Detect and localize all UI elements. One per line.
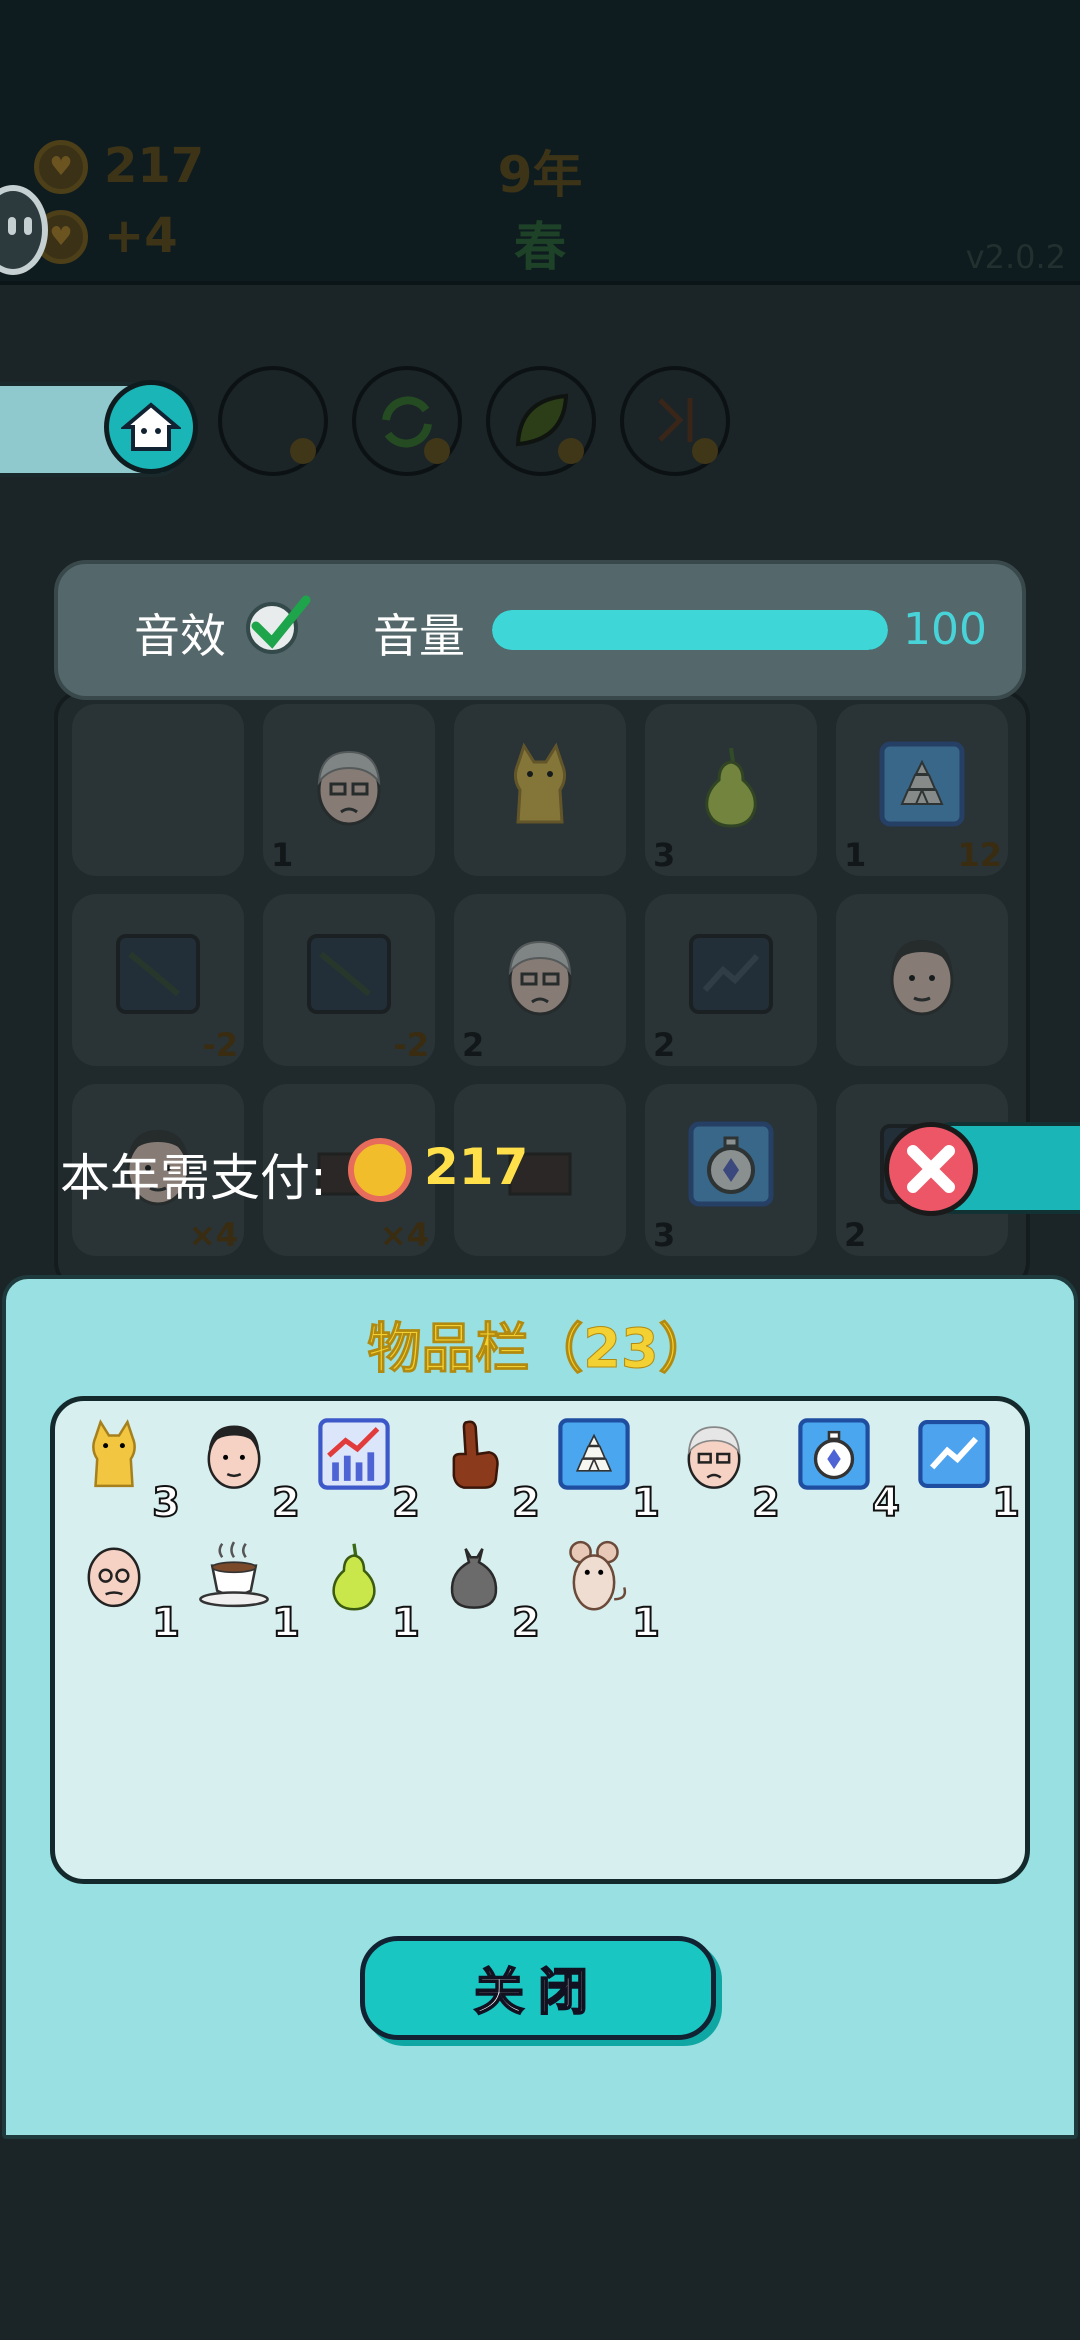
close-button-label: 关闭	[473, 1962, 602, 2022]
bald-man-icon	[72, 1532, 156, 1620]
board-cell-count: 2	[462, 1026, 485, 1064]
board-cell-modifier: 12	[957, 836, 1002, 874]
item-count: 2	[511, 1599, 541, 1647]
old-man-icon	[672, 1412, 756, 1500]
top-hud: ♥ 217 ♥ +4 9年 春 v2.0.2	[0, 0, 1080, 285]
item-count: 4	[871, 1479, 901, 1527]
sfx-label: 音效	[134, 609, 226, 663]
chart-line-icon	[912, 1412, 996, 1500]
volume-slider[interactable]	[492, 610, 888, 650]
board-cell[interactable]	[836, 894, 1008, 1066]
volume-label: 音量	[373, 609, 465, 663]
season-label: 春	[513, 218, 566, 278]
chart-down-icon	[108, 924, 208, 1028]
board-cell[interactable]	[454, 704, 626, 876]
leaf-icon[interactable]	[486, 366, 596, 476]
inventory-item[interactable]: 2	[420, 1404, 541, 1527]
item-count: 1	[271, 1599, 301, 1647]
board-cell-modifier: ×4	[379, 1216, 429, 1254]
inventory-item[interactable]: 2	[420, 1524, 541, 1647]
year-label: 9年	[497, 146, 583, 204]
item-count: 2	[751, 1479, 781, 1527]
old-man-icon	[490, 924, 590, 1028]
timer-icon	[681, 1114, 781, 1218]
chart-rising-icon	[312, 1412, 396, 1500]
close-button[interactable]: 关闭	[360, 1936, 716, 2040]
mouse-icon	[552, 1532, 636, 1620]
inventory-item[interactable]: 1	[180, 1524, 301, 1647]
pear-icon	[681, 734, 781, 838]
inventory-item[interactable]: 1	[540, 1404, 661, 1527]
sfx-checkbox[interactable]	[246, 595, 311, 654]
home-icon[interactable]	[104, 380, 198, 474]
cat-icon	[72, 1412, 156, 1500]
gold-bars-icon	[552, 1412, 636, 1500]
board-cell-count: 2	[653, 1026, 676, 1064]
version-label: v2.0.2	[965, 238, 1066, 276]
board-cell-count: 2	[844, 1216, 867, 1254]
gold-bars-icon	[872, 734, 972, 838]
coin-icon: ♥	[34, 140, 88, 194]
cat-icon	[490, 734, 590, 838]
item-count: 1	[991, 1479, 1021, 1527]
board-cell[interactable]: 2	[454, 894, 626, 1066]
board-cell[interactable]: 1 12	[836, 704, 1008, 876]
chart-down-icon	[299, 924, 399, 1028]
inventory-title: 物品栏（23）	[367, 1317, 713, 1381]
board-cell[interactable]: 2	[645, 894, 817, 1066]
inventory-item[interactable]: 1	[540, 1524, 661, 1647]
timer-icon	[792, 1412, 876, 1500]
man-face-icon	[192, 1412, 276, 1500]
inventory-item[interactable]: 1	[300, 1524, 421, 1647]
coffee-cup-icon	[192, 1532, 276, 1620]
board-cell-count: 3	[653, 1216, 676, 1254]
skip-icon[interactable]	[620, 366, 730, 476]
refresh-icon[interactable]	[352, 366, 462, 476]
coin-count: 217	[104, 138, 205, 194]
board-cell-modifier: ×4	[188, 1216, 238, 1254]
blocks-icon[interactable]	[218, 366, 328, 476]
garbage-bag-icon	[432, 1532, 516, 1620]
item-count: 1	[151, 1599, 181, 1647]
inventory-item[interactable]: 4	[780, 1404, 901, 1527]
item-count: 2	[391, 1479, 421, 1527]
item-count: 2	[511, 1479, 541, 1527]
item-count: 3	[151, 1479, 181, 1527]
old-man-icon	[299, 734, 399, 838]
board-cell-count: 3	[653, 836, 676, 874]
item-count: 1	[391, 1599, 421, 1647]
close-x-icon[interactable]	[884, 1122, 978, 1216]
inventory-item[interactable]: 2	[180, 1404, 301, 1527]
board-cell-modifier: -2	[393, 1026, 429, 1064]
board-cell[interactable]	[72, 704, 244, 876]
man-face-icon	[872, 924, 972, 1028]
item-count: 1	[631, 1599, 661, 1647]
item-count: 2	[271, 1479, 301, 1527]
board-cell-count: 1	[844, 836, 867, 874]
chart-up-icon	[681, 924, 781, 1028]
payment-amount: 217	[424, 1138, 529, 1196]
check-icon	[251, 595, 311, 649]
board-cell[interactable]: -2	[72, 894, 244, 1066]
payment-label: 本年需支付:	[60, 1149, 327, 1207]
inventory-item[interactable]: 2	[300, 1404, 421, 1527]
inventory-item[interactable]: 3	[60, 1404, 181, 1527]
inventory-item[interactable]: 2	[660, 1404, 781, 1527]
board-cell-modifier: -2	[202, 1026, 238, 1064]
pear-icon	[312, 1532, 396, 1620]
board-cell-count: 1	[271, 836, 294, 874]
board-cell[interactable]: 1	[263, 704, 435, 876]
coin-icon	[348, 1138, 412, 1202]
income-value: +4	[104, 208, 178, 264]
board-cell[interactable]: 3	[645, 704, 817, 876]
board-cell[interactable]: -2	[263, 894, 435, 1066]
item-count: 1	[631, 1479, 661, 1527]
pointing-hand-icon	[432, 1412, 516, 1500]
board-cell[interactable]: 3	[645, 1084, 817, 1256]
inventory-item[interactable]: 1	[60, 1524, 181, 1647]
volume-fill	[492, 610, 888, 650]
inventory-item[interactable]: 1	[900, 1404, 1021, 1527]
volume-value: 100	[903, 604, 987, 655]
